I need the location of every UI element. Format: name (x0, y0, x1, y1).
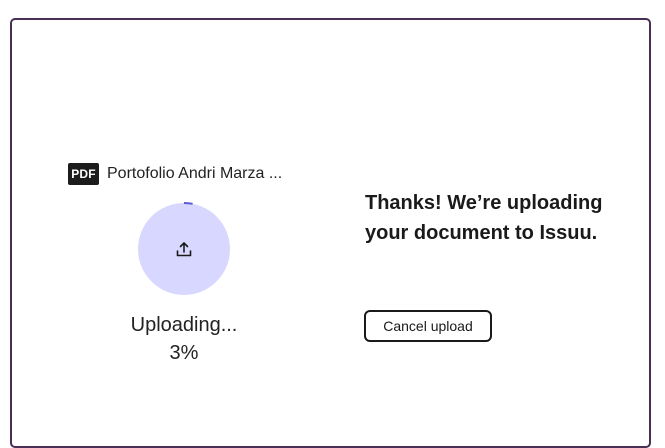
cancel-upload-button[interactable]: Cancel upload (364, 310, 492, 342)
upload-status: Uploading... 3% (98, 312, 270, 368)
upload-message: Thanks! We’re uploading your document to… (365, 192, 603, 244)
upload-progress-circle (137, 202, 231, 296)
upload-icon (176, 242, 192, 257)
file-name: Portofolio Andri Marza ... (107, 165, 283, 182)
progress-arc (183, 202, 193, 205)
upload-status-label: Uploading... (130, 314, 238, 336)
file-info: PDF Portofolio Andri Marza ... (68, 163, 282, 185)
upload-progress-percent: 3% (169, 342, 199, 364)
pdf-badge: PDF (68, 163, 99, 185)
